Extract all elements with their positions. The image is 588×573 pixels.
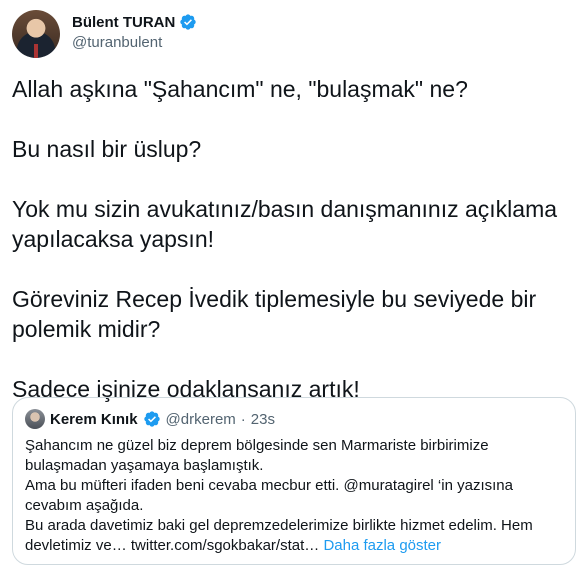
author-handle[interactable]: @turanbulent: [72, 34, 197, 51]
verified-badge-icon: [180, 14, 197, 30]
quoted-tweet-text: Şahancım ne güzel biz deprem bölgesinde …: [25, 436, 563, 556]
tweet-paragraph: Allah aşkına "Şahancım" ne, "bulaşmak" n…: [12, 76, 468, 102]
quoted-author-avatar: [25, 409, 45, 429]
author-names: Bülent TURAN @turanbulent: [72, 13, 197, 51]
quoted-timestamp: 23s: [250, 410, 275, 428]
quoted-line: Bu arada davetimiz baki gel depremzedele…: [25, 517, 533, 534]
quoted-truncated-text: devletimiz ve… twitter.com/sgokbakar/sta…: [25, 537, 320, 554]
quoted-tweet-card[interactable]: Kerem Kınık @drkerem · 23s Şahancım ne g…: [12, 397, 576, 565]
tweet-paragraph: Bu nasıl bir üslup?: [12, 136, 202, 162]
tweet-text: Allah aşkına "Şahancım" ne, "bulaşmak" n…: [12, 74, 572, 434]
show-more-link[interactable]: Daha fazla göster: [323, 537, 441, 554]
tweet-paragraph: Göreviniz Recep İvedik tiplemesiyle bu s…: [12, 286, 537, 342]
quoted-line: Ama bu müfteri ifaden beni cevaba mecbur…: [25, 477, 513, 494]
quoted-line: Şahancım ne güzel biz deprem bölgesinde …: [25, 437, 489, 454]
quoted-line: cevabım aşağıda.: [25, 497, 144, 514]
quoted-separator: ·: [240, 410, 246, 428]
verified-badge-icon: [143, 411, 160, 427]
quoted-line: bulaşmadan yaşamaya başlamıştık.: [25, 457, 264, 474]
author-avatar[interactable]: [12, 10, 60, 58]
quoted-author-name: Kerem Kınık: [50, 410, 138, 428]
tweet-paragraph: Yok mu sizin avukatınız/basın danışmanın…: [12, 196, 558, 252]
tweet-header: Bülent TURAN @turanbulent: [12, 10, 572, 62]
quoted-author-handle: @drkerem: [165, 410, 236, 428]
author-display-name[interactable]: Bülent TURAN: [72, 14, 175, 31]
quoted-tweet-header: Kerem Kınık @drkerem · 23s: [25, 409, 563, 429]
quoted-last-line: devletimiz ve… twitter.com/sgokbakar/sta…: [25, 536, 563, 556]
